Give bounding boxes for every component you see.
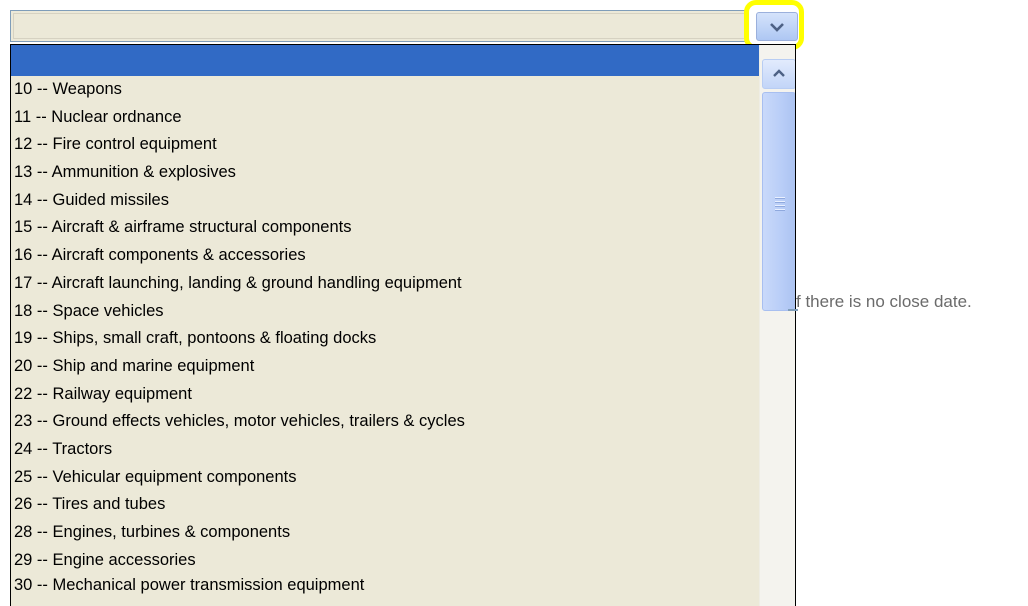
list-item[interactable]: 24 -- Tractors	[11, 436, 759, 464]
scroll-thumb[interactable]	[762, 92, 795, 311]
scroll-up-button[interactable]	[762, 59, 795, 89]
list-item[interactable]: 23 -- Ground effects vehicles, motor veh…	[11, 408, 759, 436]
list-item[interactable]: 16 -- Aircraft components & accessories	[11, 242, 759, 270]
list-item[interactable]: 28 -- Engines, turbines & components	[11, 519, 759, 547]
list-item[interactable]: 11 -- Nuclear ordnance	[11, 104, 759, 132]
list-item[interactable]: 10 -- Weapons	[11, 76, 759, 104]
chevron-down-icon	[769, 21, 785, 33]
list-item[interactable]: 30 -- Mechanical power transmission equi…	[11, 574, 759, 602]
option-blank-selected[interactable]	[11, 45, 759, 76]
dropdown-list[interactable]: 10 -- Weapons 11 -- Nuclear ordnance 12 --…	[10, 44, 796, 606]
list-item[interactable]: 12 -- Fire control equipment	[11, 131, 759, 159]
list-item[interactable]: 25 -- Vehicular equipment components	[11, 464, 759, 492]
list-item[interactable]: 19 -- Ships, small craft, pontoons & flo…	[11, 325, 759, 353]
dropdown-button[interactable]	[756, 12, 798, 41]
list-item[interactable]: 20 -- Ship and marine equipment	[11, 353, 759, 381]
list-item[interactable]: 18 -- Space vehicles	[11, 298, 759, 326]
list-item[interactable]: 26 -- Tires and tubes	[11, 491, 759, 519]
list-item[interactable]: 17 -- Aircraft launching, landing & grou…	[11, 270, 759, 298]
category-select[interactable]	[10, 10, 756, 42]
list-item[interactable]: 13 -- Ammunition & explosives	[11, 159, 759, 187]
list-item[interactable]: 15 -- Aircraft & airframe structural com…	[11, 214, 759, 242]
list-item[interactable]: 22 -- Railway equipment	[11, 381, 759, 409]
scrollbar[interactable]	[759, 45, 795, 606]
close-date-hint: f there is no close date.	[796, 292, 972, 311]
grip-icon	[775, 197, 785, 213]
chevron-up-icon	[772, 65, 786, 83]
select-value	[13, 13, 753, 39]
option-list: 10 -- Weapons 11 -- Nuclear ordnance 12 --…	[11, 45, 759, 602]
list-item[interactable]: 29 -- Engine accessories	[11, 547, 759, 575]
list-item[interactable]: 14 -- Guided missiles	[11, 187, 759, 215]
